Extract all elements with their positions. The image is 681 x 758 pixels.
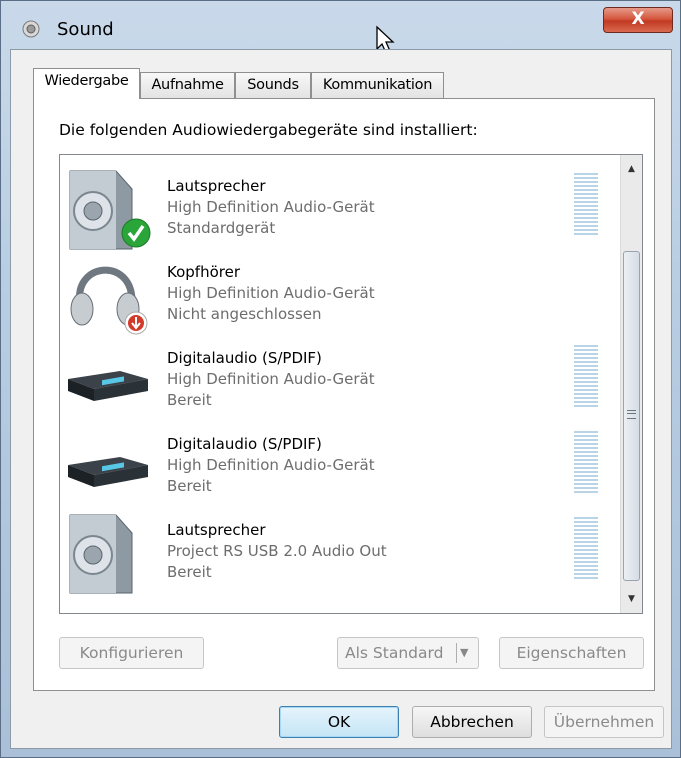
digital-audio-receiver-icon: [68, 371, 148, 401]
close-icon: X: [631, 9, 645, 29]
list-item-digitalaudio-1[interactable]: Digitalaudio (S/PDIF) High Definition Au…: [60, 339, 620, 425]
device-name: Digitalaudio (S/PDIF): [167, 435, 322, 453]
split-divider: [456, 643, 457, 663]
device-list[interactable]: Lautsprecher High Definition Audio-Gerät…: [59, 154, 643, 614]
device-description: High Definition Audio-Gerät: [167, 370, 375, 388]
volume-meter: [574, 431, 598, 495]
close-button[interactable]: X: [603, 7, 673, 33]
digital-audio-receiver-icon: [68, 457, 148, 487]
device-status: Bereit: [167, 563, 212, 581]
device-name: Lautsprecher: [167, 521, 266, 539]
volume-meter: [574, 173, 598, 237]
panel-intro-text: Die folgenden Audiowiedergabegeräte sind…: [59, 121, 478, 139]
tab-aufnahme[interactable]: Aufnahme: [140, 72, 235, 98]
scrollbar-grip-icon: [627, 410, 636, 419]
device-name: Lautsprecher: [167, 177, 266, 195]
properties-button[interactable]: Eigenschaften: [499, 637, 644, 669]
window-title: Sound: [57, 19, 114, 40]
title-bar[interactable]: Sound X: [1, 1, 680, 40]
apply-button[interactable]: Übernehmen: [544, 706, 664, 738]
configure-button[interactable]: Konfigurieren: [59, 637, 204, 669]
cancel-button[interactable]: Abbrechen: [412, 706, 532, 738]
device-status: Bereit: [167, 477, 212, 495]
tab-wiedergabe[interactable]: Wiedergabe: [33, 68, 140, 99]
scrollbar-thumb[interactable]: [623, 251, 640, 581]
sound-dialog-window: Sound X Wiedergabe Aufnahme Sounds Kommu…: [0, 0, 681, 758]
speaker-default-icon: [69, 170, 151, 250]
device-status: Standardgerät: [167, 219, 276, 237]
device-status: Nicht angeschlossen: [167, 305, 322, 323]
volume-meter: [574, 345, 598, 409]
list-item-digitalaudio-2[interactable]: Digitalaudio (S/PDIF) High Definition Au…: [60, 425, 620, 511]
tab-kommunikation[interactable]: Kommunikation: [311, 72, 444, 98]
set-default-label: Als Standard: [345, 644, 444, 662]
volume-meter: [574, 517, 598, 581]
dialog-client-area: Wiedergabe Aufnahme Sounds Kommunikation…: [10, 49, 672, 749]
device-description: High Definition Audio-Gerät: [167, 456, 375, 474]
device-description: High Definition Audio-Gerät: [167, 198, 375, 216]
list-item-kopfhoerer[interactable]: Kopfhörer High Definition Audio-Gerät Ni…: [60, 253, 620, 339]
device-name: Digitalaudio (S/PDIF): [167, 349, 322, 367]
device-list-scrollbar[interactable]: ▲ ▼: [620, 155, 642, 613]
device-status: Bereit: [167, 391, 212, 409]
scroll-down-arrow-icon[interactable]: ▼: [621, 589, 642, 609]
speaker-icon: [69, 514, 133, 594]
list-item-lautsprecher-default[interactable]: Lautsprecher High Definition Audio-Gerät…: [60, 167, 620, 253]
headphones-disconnected-icon: [70, 266, 148, 335]
set-default-split-button[interactable]: Als Standard ▼: [337, 637, 479, 669]
device-name: Kopfhörer: [167, 263, 240, 281]
tab-sounds[interactable]: Sounds: [235, 72, 311, 98]
dropdown-arrow-icon[interactable]: ▼: [460, 638, 468, 668]
list-item-lautsprecher-usb[interactable]: Lautsprecher Project RS USB 2.0 Audio Ou…: [60, 511, 620, 597]
device-description: Project RS USB 2.0 Audio Out: [167, 542, 387, 560]
playback-tab-panel: Die folgenden Audiowiedergabegeräte sind…: [33, 98, 655, 691]
scroll-up-arrow-icon[interactable]: ▲: [621, 159, 642, 179]
device-description: High Definition Audio-Gerät: [167, 284, 375, 302]
speaker-app-icon: [22, 20, 40, 38]
ok-button[interactable]: OK: [279, 706, 399, 738]
